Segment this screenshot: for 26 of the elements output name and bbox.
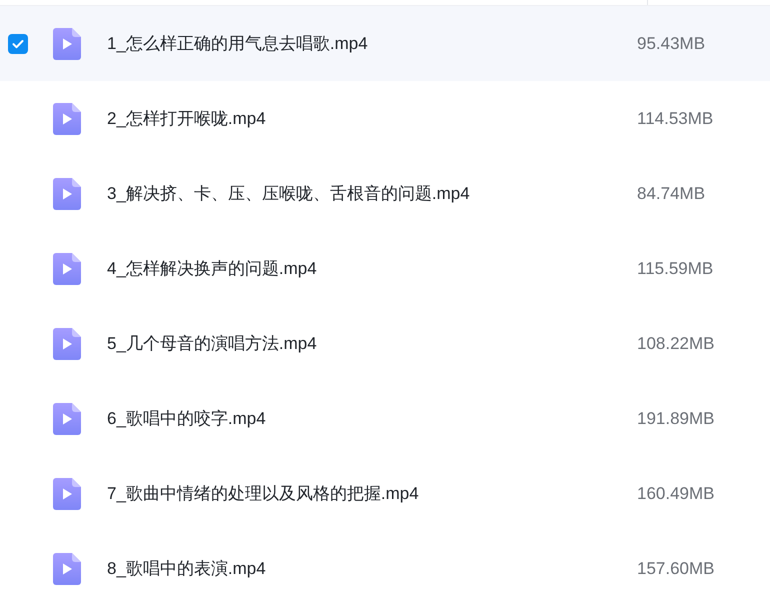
file-size: 95.43MB xyxy=(637,32,706,55)
video-file-icon xyxy=(53,178,81,210)
file-name: 5_几个母音的演唱方法.mp4 xyxy=(107,332,318,355)
file-row[interactable]: 1_怎么样正确的用气息去唱歌.mp4 95.43MB xyxy=(0,6,770,81)
file-size: 160.49MB xyxy=(637,482,714,505)
file-size: 114.53MB xyxy=(637,108,714,130)
file-name: 2_怎样打开喉咙.mp4 xyxy=(107,108,267,130)
file-name: 8_歌唱中的表演.mp4 xyxy=(107,558,267,580)
file-size: 191.89MB xyxy=(637,408,714,430)
file-name: 4_怎样解决换声的问题.mp4 xyxy=(107,258,318,280)
file-size: 115.59MB xyxy=(637,258,714,280)
video-file-icon xyxy=(53,252,81,284)
file-size: 84.74MB xyxy=(637,182,706,205)
video-file-icon xyxy=(53,328,81,360)
file-name: 7_歌曲中情绪的处理以及风格的把握.mp4 xyxy=(107,482,420,505)
checkbox[interactable] xyxy=(8,34,28,54)
video-file-icon xyxy=(53,402,81,434)
video-file-icon xyxy=(53,102,81,134)
video-file-icon xyxy=(53,552,81,584)
file-name: 1_怎么样正确的用气息去唱歌.mp4 xyxy=(107,32,369,55)
file-size: 108.22MB xyxy=(637,332,714,355)
video-file-icon xyxy=(53,478,81,510)
file-name: 3_解决挤、卡、压、压喉咙、舌根音的问题.mp4 xyxy=(107,182,471,205)
file-size: 157.60MB xyxy=(637,558,714,580)
file-name: 6_歌唱中的咬字.mp4 xyxy=(107,408,267,430)
video-file-icon xyxy=(53,28,81,60)
